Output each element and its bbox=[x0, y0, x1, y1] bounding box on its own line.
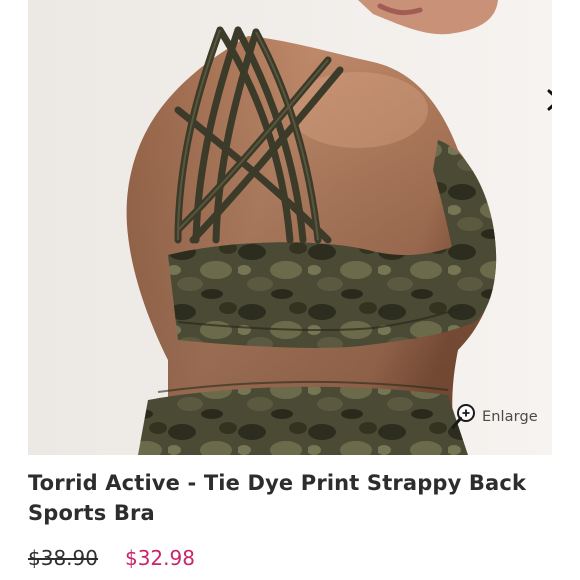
product-image-gallery[interactable] bbox=[28, 0, 552, 455]
product-title: Torrid Active - Tie Dye Print Strappy Ba… bbox=[28, 471, 527, 525]
original-price: $38.90 bbox=[28, 546, 98, 570]
enlarge-button[interactable]: Enlarge bbox=[448, 402, 538, 432]
product-card: Enlarge Torrid Active - Tie Dye Print St… bbox=[0, 0, 580, 580]
chevron-right-icon bbox=[547, 89, 552, 111]
product-photo bbox=[28, 0, 552, 455]
magnifier-plus-icon bbox=[451, 404, 475, 429]
enlarge-label: Enlarge bbox=[482, 409, 538, 425]
sale-price: $32.98 bbox=[124, 546, 195, 570]
next-image-button[interactable] bbox=[536, 82, 552, 118]
price-row: $38.90 $32.98 bbox=[28, 543, 195, 573]
